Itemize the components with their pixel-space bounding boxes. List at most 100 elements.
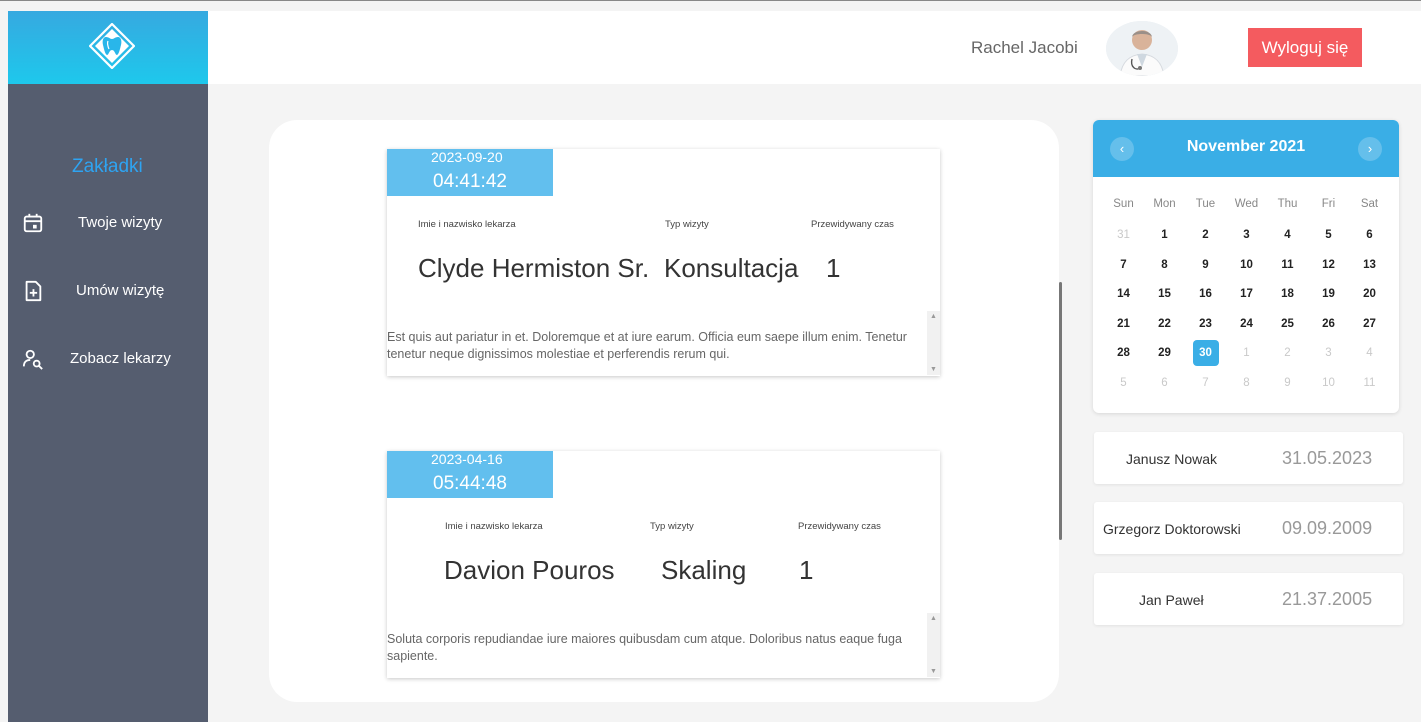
- calendar-weekday: Fri: [1321, 198, 1336, 210]
- visit-time: 04:41:42: [433, 171, 507, 192]
- calendar-day[interactable]: 23: [1185, 310, 1226, 340]
- calendar-day[interactable]: 30: [1185, 339, 1226, 369]
- scroll-down-icon[interactable]: ▼: [930, 668, 937, 675]
- calendar-day-number: 21: [1117, 317, 1130, 330]
- sidebar-item-see-doctors[interactable]: Zobacz lekarzy: [8, 344, 208, 374]
- sidebar-item-your-visits[interactable]: Twoje wizyty: [8, 208, 208, 238]
- scroll-up-icon[interactable]: ▲: [930, 615, 937, 622]
- calendar-weekday-row: Sun Mon Tue Wed Thu Fri Sat: [1103, 192, 1393, 216]
- calendar-day[interactable]: 17: [1226, 280, 1267, 310]
- calendar-day[interactable]: 18: [1267, 280, 1308, 310]
- upcoming-visit-item[interactable]: Janusz Nowak 31.05.2023: [1094, 432, 1403, 484]
- calendar-day[interactable]: 9: [1185, 251, 1226, 281]
- sidebar-item-label: Twoje wizyty: [78, 214, 163, 231]
- upcoming-doctor-name: Jan Paweł: [1139, 592, 1204, 608]
- description-scrollbar[interactable]: ▲ ▼: [927, 613, 940, 677]
- calendar-day[interactable]: 14: [1103, 280, 1144, 310]
- upcoming-visit-item[interactable]: Jan Paweł 21.37.2005: [1094, 573, 1403, 625]
- calendar-day[interactable]: 7: [1103, 251, 1144, 281]
- avatar[interactable]: [1106, 21, 1178, 76]
- visit-card: 2023-09-20 04:41:42 Imie i nazwisko leka…: [387, 149, 940, 376]
- calendar-day[interactable]: 24: [1226, 310, 1267, 340]
- upcoming-visit-item[interactable]: Grzegorz Doktorowski 09.09.2009: [1094, 502, 1403, 554]
- doctor-header: Imie i nazwisko lekarza: [445, 521, 543, 532]
- calendar-day[interactable]: 13: [1349, 251, 1390, 281]
- calendar-day-number: 17: [1240, 288, 1253, 300]
- calendar-day[interactable]: 27: [1349, 310, 1390, 340]
- calendar-day[interactable]: 22: [1144, 310, 1185, 340]
- calendar-day[interactable]: 4: [1349, 339, 1390, 369]
- sidebar: Zakładki Twoje wizyty Umów wizytę Zobacz…: [8, 84, 208, 722]
- calendar-day-number: 2: [1202, 229, 1209, 241]
- calendar-day-number: 29: [1158, 347, 1171, 359]
- calendar-day[interactable]: 31: [1103, 221, 1144, 251]
- calendar-day[interactable]: 9: [1267, 369, 1308, 399]
- scrollbar[interactable]: [1059, 282, 1062, 540]
- calendar-day-number: 14: [1117, 288, 1130, 300]
- calendar-day[interactable]: 15: [1144, 280, 1185, 310]
- doctor-header: Imie i nazwisko lekarza: [418, 219, 516, 230]
- calendar-day[interactable]: 11: [1349, 369, 1390, 399]
- calendar-day[interactable]: 8: [1144, 251, 1185, 281]
- scroll-up-icon[interactable]: ▲: [930, 313, 937, 320]
- calendar-day[interactable]: 1: [1144, 221, 1185, 251]
- calendar-day[interactable]: 7: [1185, 369, 1226, 399]
- calendar-day[interactable]: 6: [1144, 369, 1185, 399]
- calendar-day-number: 3: [1325, 347, 1332, 359]
- calendar-day-number: 20: [1363, 288, 1376, 300]
- calendar-day-number: 13: [1363, 258, 1376, 271]
- calendar-day[interactable]: 26: [1308, 310, 1349, 340]
- visit-description: Soluta corporis repudiandae iure maiores…: [387, 632, 902, 663]
- calendar-week-row: 5 6 7 8 9 10 11: [1103, 369, 1393, 399]
- calendar-day-number: 10: [1322, 376, 1335, 389]
- calendar-day[interactable]: 2: [1267, 339, 1308, 369]
- logout-button[interactable]: Wyloguj się: [1248, 28, 1362, 67]
- calendar-day[interactable]: 16: [1185, 280, 1226, 310]
- calendar-day[interactable]: 1: [1226, 339, 1267, 369]
- calendar-day[interactable]: 28: [1103, 339, 1144, 369]
- calendar-day[interactable]: 12: [1308, 251, 1349, 281]
- calendar-day[interactable]: 29: [1144, 339, 1185, 369]
- visit-type: Konsultacja: [664, 253, 799, 283]
- logo-area[interactable]: [8, 11, 208, 84]
- visit-date-badge: 2023-09-20 04:41:42: [387, 149, 553, 196]
- calendar-day[interactable]: 10: [1226, 251, 1267, 281]
- calendar-day[interactable]: 3: [1308, 339, 1349, 369]
- scroll-down-icon[interactable]: ▼: [930, 366, 937, 373]
- calendar-day[interactable]: 8: [1226, 369, 1267, 399]
- calendar-day[interactable]: 19: [1308, 280, 1349, 310]
- calendar-day[interactable]: 3: [1226, 221, 1267, 251]
- calendar-day[interactable]: 2: [1185, 221, 1226, 251]
- calendar-day[interactable]: 5: [1103, 369, 1144, 399]
- calendar-day-number: 12: [1322, 258, 1335, 271]
- description-scrollbar[interactable]: ▲ ▼: [927, 311, 940, 375]
- visit-description: Est quis aut pariatur in et. Doloremque …: [387, 330, 907, 361]
- calendar-day-number: 15: [1158, 288, 1171, 300]
- calendar-day-number: 16: [1199, 288, 1212, 300]
- calendar-day[interactable]: 6: [1349, 221, 1390, 251]
- calendar-day-number: 11: [1363, 376, 1376, 389]
- visit-date: 2023-04-16: [431, 451, 503, 467]
- duration-header: Przewidywany czas: [811, 219, 894, 230]
- calendar-day[interactable]: 11: [1267, 251, 1308, 281]
- doctor-name: Davion Pouros: [444, 555, 615, 585]
- calendar-day-number: 19: [1322, 288, 1335, 300]
- duration-header: Przewidywany czas: [798, 521, 881, 532]
- sidebar-item-book-visit[interactable]: Umów wizytę: [8, 276, 208, 306]
- calendar-day-number: 18: [1281, 288, 1294, 300]
- calendar-day[interactable]: 21: [1103, 310, 1144, 340]
- calendar-day[interactable]: 4: [1267, 221, 1308, 251]
- calendar-grid: Sun Mon Tue Wed Thu Fri Sat 31 1 2 3 4 5 6 7 8 9 10 11 12 13…: [1103, 192, 1393, 398]
- calendar-weekday: Sun: [1113, 198, 1134, 210]
- calendar-day[interactable]: 20: [1349, 280, 1390, 310]
- calendar-day[interactable]: 25: [1267, 310, 1308, 340]
- calendar-day[interactable]: 5: [1308, 221, 1349, 251]
- type-header: Typ wizyty: [665, 219, 709, 230]
- doctor-name: Clyde Hermiston Sr.: [418, 253, 650, 283]
- sidebar-item-label: Umów wizytę: [76, 282, 165, 299]
- user-search-icon: [22, 349, 43, 370]
- calendar-header: ‹ November 2021 ›: [1093, 120, 1399, 177]
- visit-type: Skaling: [661, 555, 747, 585]
- calendar-day[interactable]: 10: [1308, 369, 1349, 399]
- next-month-button[interactable]: ›: [1358, 137, 1382, 161]
